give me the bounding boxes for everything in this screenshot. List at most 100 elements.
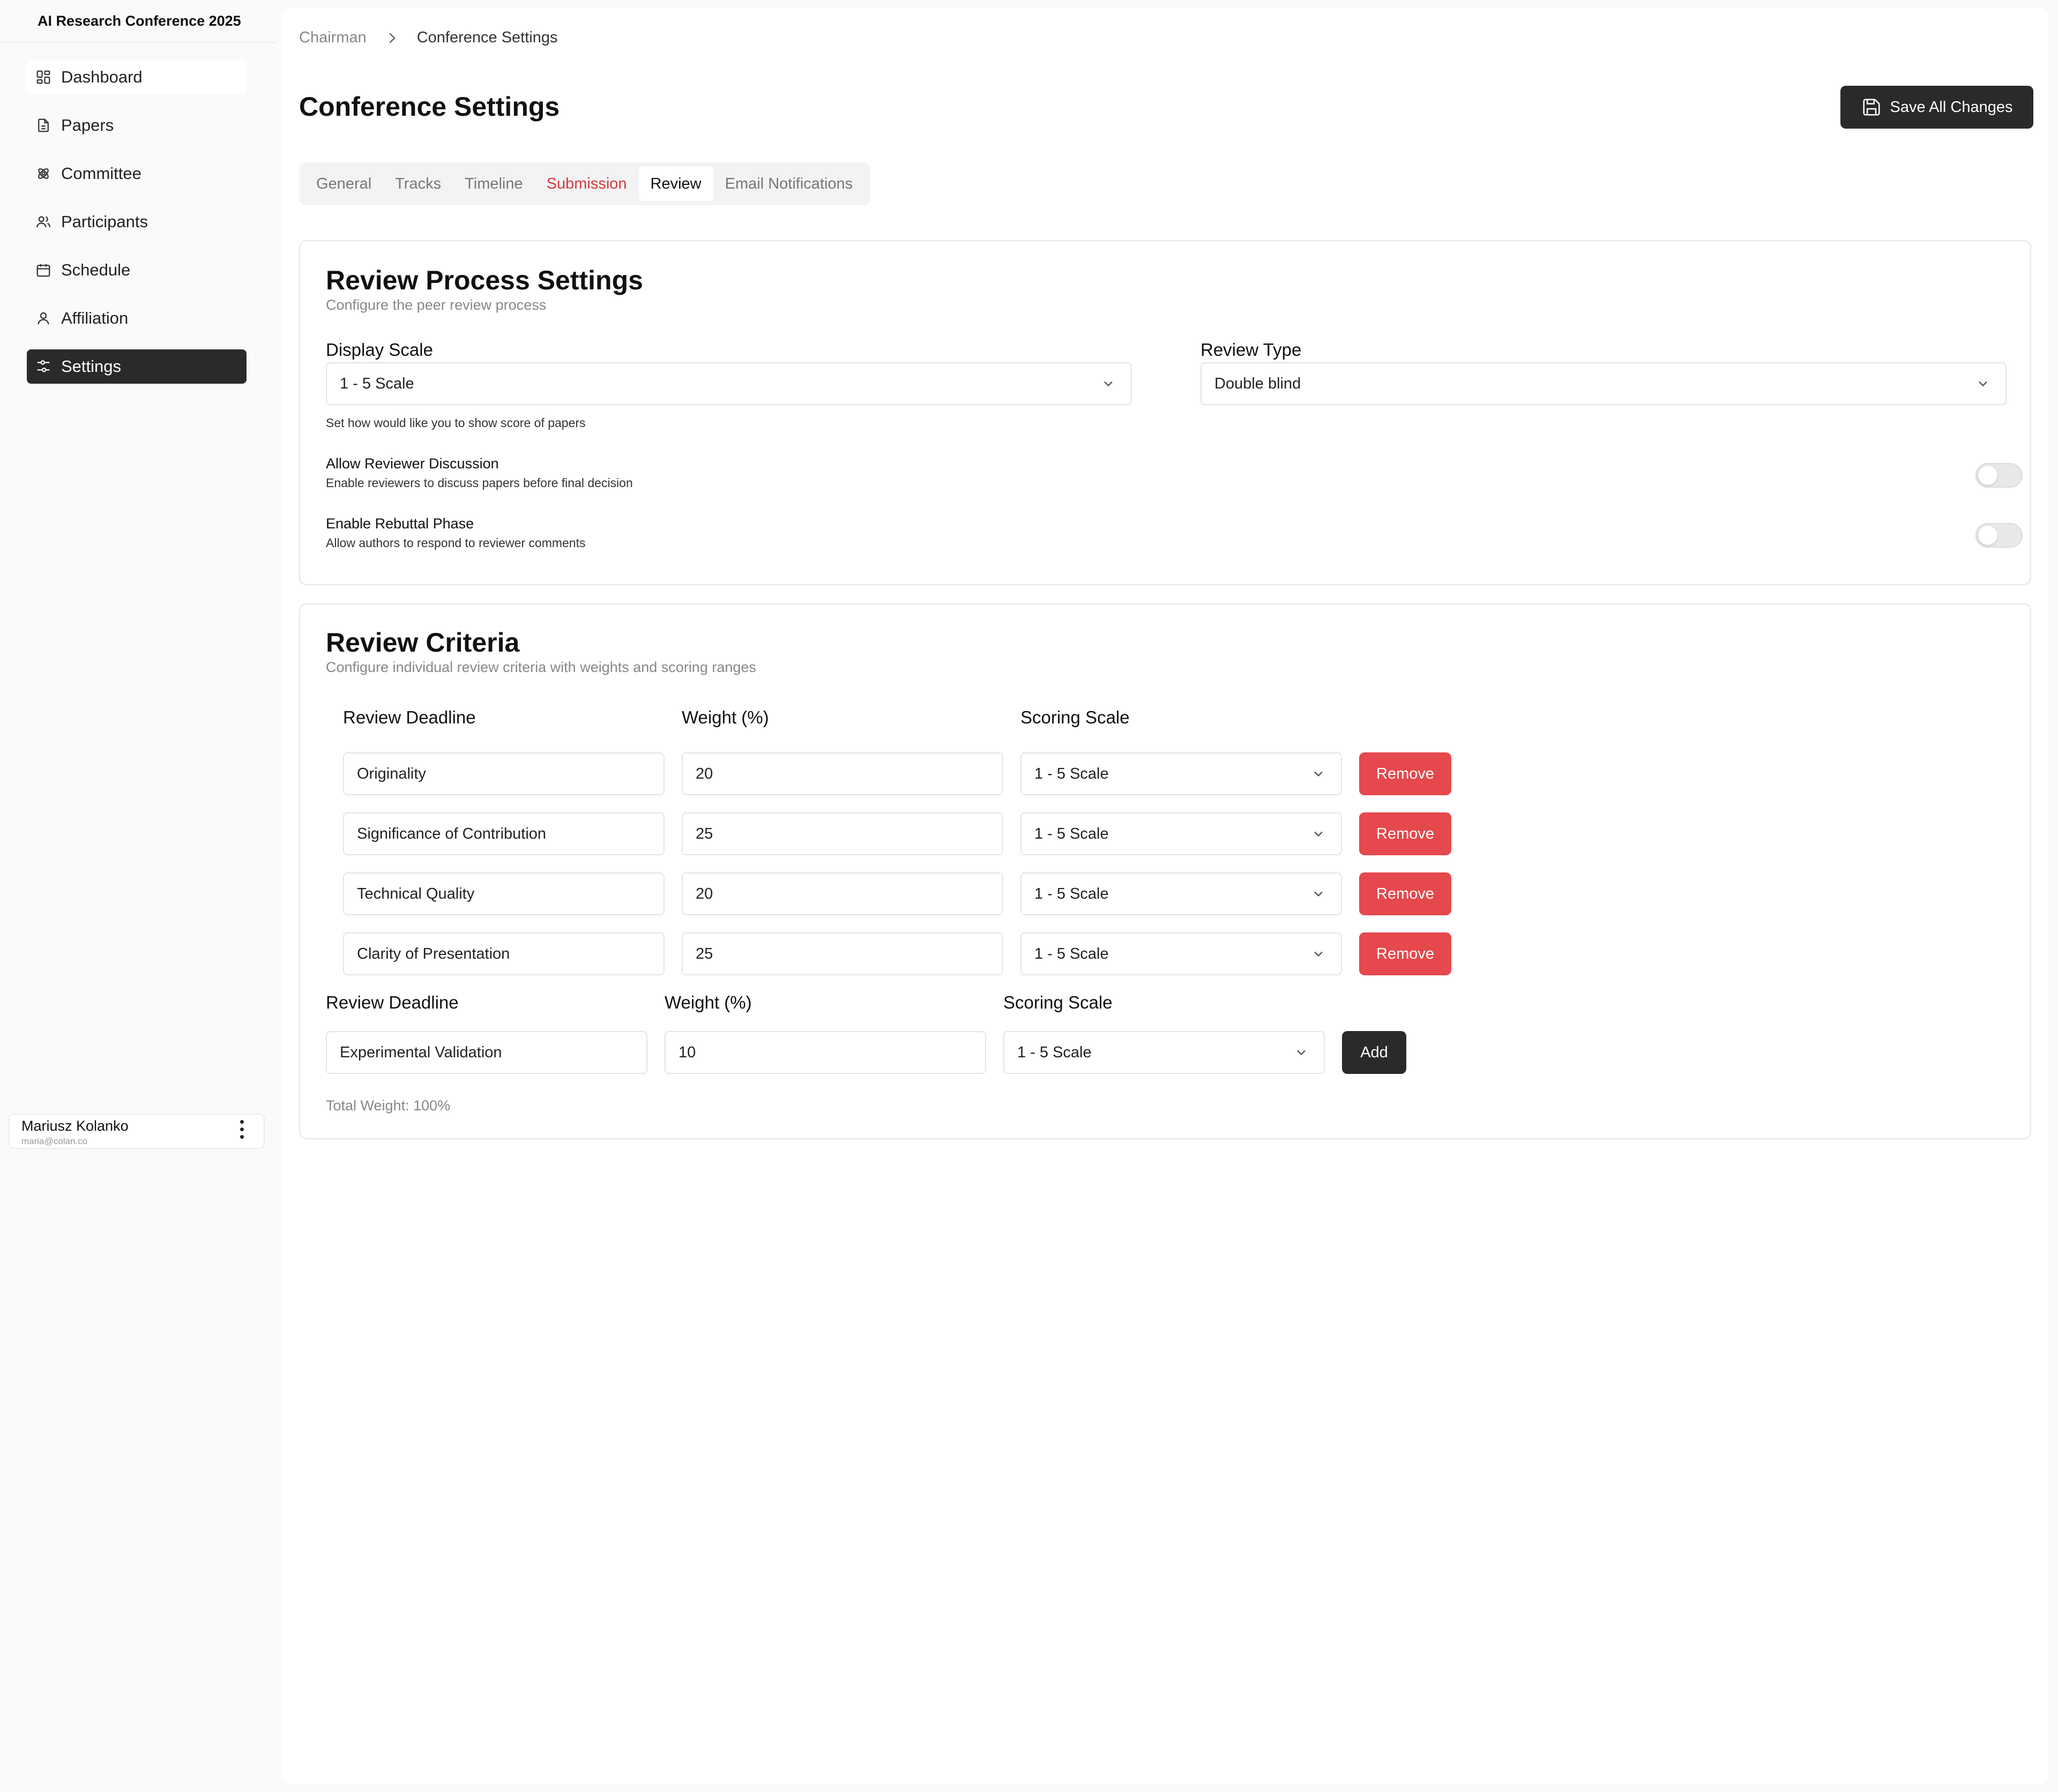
remove-criterion-button[interactable]: Remove (1359, 752, 1451, 795)
tab-email-notifications[interactable]: Email Notifications (713, 167, 865, 201)
remove-criterion-button[interactable]: Remove (1359, 932, 1451, 975)
criterion-scale-select[interactable]: 1 - 5 Scale (1020, 932, 1342, 975)
sidebar-item-label: Papers (61, 116, 114, 135)
column-header-scale: Scoring Scale (1020, 707, 1130, 727)
tab-tracks[interactable]: Tracks (383, 167, 453, 201)
page-title: Conference Settings (299, 92, 560, 122)
sidebar: AI Research Conference 2025 Dashboard Pa… (0, 0, 279, 1792)
sidebar-item-label: Settings (61, 357, 122, 376)
criterion-name-input[interactable]: Originality (343, 752, 665, 795)
card-subtitle: Configure individual review criteria wit… (326, 659, 756, 675)
settings-tabs: General Tracks Timeline Submission Revie… (299, 162, 870, 205)
more-vertical-icon[interactable] (240, 1120, 244, 1144)
committee-icon (38, 168, 49, 179)
criterion-scale-value: 1 - 5 Scale (1034, 765, 1109, 782)
sidebar-item-participants[interactable]: Participants (27, 205, 247, 239)
review-type-label: Review Type (1200, 340, 1302, 360)
card-title: Review Criteria (326, 628, 520, 658)
sidebar-item-settings[interactable]: Settings (27, 349, 247, 384)
tab-review[interactable]: Review (638, 167, 713, 201)
new-criterion-header-scale: Scoring Scale (1003, 992, 1113, 1012)
criterion-weight-input[interactable]: 25 (682, 812, 1003, 855)
breadcrumb-parent[interactable]: Chairman (299, 29, 367, 47)
review-criteria-card: Review Criteria Configure individual rev… (299, 603, 2031, 1139)
review-type-select[interactable]: Double blind (1200, 362, 2007, 405)
rebuttal-phase-title: Enable Rebuttal Phase (326, 516, 474, 532)
sidebar-item-affiliation[interactable]: Affiliation (27, 301, 247, 335)
criterion-name-input[interactable]: Clarity of Presentation (343, 932, 665, 975)
sidebar-item-label: Schedule (61, 260, 131, 279)
users-icon (36, 216, 50, 228)
chevron-right-icon (389, 32, 396, 43)
criterion-scale-select[interactable]: 1 - 5 Scale (1020, 812, 1342, 855)
remove-criterion-button[interactable]: Remove (1359, 812, 1451, 855)
chevron-down-icon (1314, 951, 1323, 957)
review-process-card: Review Process Settings Configure the pe… (299, 240, 2031, 585)
remove-criterion-button[interactable]: Remove (1359, 872, 1451, 915)
new-criterion-scale-value: 1 - 5 Scale (1017, 1043, 1092, 1061)
criterion-name-input[interactable]: Technical Quality (343, 872, 665, 915)
review-type-value: Double blind (1214, 375, 1301, 392)
display-scale-label: Display Scale (326, 340, 433, 360)
criterion-weight-input[interactable]: 20 (682, 752, 1003, 795)
breadcrumb: Chairman Conference Settings (299, 29, 558, 47)
criterion-scale-select[interactable]: 1 - 5 Scale (1020, 872, 1342, 915)
criterion-scale-value: 1 - 5 Scale (1034, 825, 1109, 842)
new-criterion-weight-input[interactable]: 10 (665, 1031, 986, 1074)
criterion-weight-input[interactable]: 20 (682, 872, 1003, 915)
reviewer-discussion-toggle[interactable] (1975, 463, 2023, 488)
chevron-down-icon (1979, 381, 1987, 387)
sidebar-item-label: Affiliation (61, 309, 129, 327)
column-header-name: Review Deadline (343, 707, 476, 727)
card-title: Review Process Settings (326, 265, 643, 295)
tab-general[interactable]: General (304, 167, 383, 201)
chevron-down-icon (1314, 771, 1323, 777)
sidebar-item-label: Committee (61, 164, 141, 183)
tab-submission[interactable]: Submission (535, 167, 639, 201)
rebuttal-phase-desc: Allow authors to respond to reviewer com… (326, 536, 586, 550)
calendar-icon (36, 264, 50, 277)
reviewer-discussion-desc: Enable reviewers to discuss papers befor… (326, 476, 633, 490)
new-criterion-header-name: Review Deadline (326, 992, 459, 1012)
criterion-scale-value: 1 - 5 Scale (1034, 885, 1109, 902)
sliders-icon (37, 360, 50, 372)
chevron-down-icon (1297, 1050, 1306, 1056)
user-profile-card[interactable]: Mariusz Kolanko maria@colan.co (9, 1114, 265, 1149)
sidebar-item-label: Participants (61, 212, 148, 231)
user-icon (38, 312, 49, 325)
total-weight: Total Weight: 100% (326, 1097, 451, 1114)
user-name: Mariusz Kolanko (21, 1118, 129, 1134)
save-button-label: Save All Changes (1890, 98, 2013, 116)
new-criterion-name-input[interactable]: Experimental Validation (326, 1031, 647, 1074)
sidebar-item-dashboard[interactable]: Dashboard (27, 60, 247, 94)
card-subtitle: Configure the peer review process (326, 297, 547, 313)
sidebar-divider (0, 42, 276, 43)
display-scale-value: 1 - 5 Scale (340, 375, 414, 392)
reviewer-discussion-title: Allow Reviewer Discussion (326, 456, 499, 472)
criterion-scale-value: 1 - 5 Scale (1034, 945, 1109, 962)
display-scale-select[interactable]: 1 - 5 Scale (326, 362, 1132, 405)
sidebar-item-papers[interactable]: Papers (27, 108, 247, 143)
sidebar-item-schedule[interactable]: Schedule (27, 253, 247, 287)
sidebar-item-committee[interactable]: Committee (27, 156, 247, 191)
chevron-down-icon (1314, 831, 1323, 837)
add-criterion-button[interactable]: Add (1342, 1031, 1406, 1074)
rebuttal-phase-toggle[interactable] (1975, 523, 2023, 548)
main-content: Chairman Conference Settings Conference … (282, 8, 2048, 1784)
save-icon (1863, 99, 1880, 116)
display-scale-hint: Set how would like you to show score of … (326, 416, 586, 430)
new-criterion-scale-select[interactable]: 1 - 5 Scale (1003, 1031, 1325, 1074)
criterion-scale-select[interactable]: 1 - 5 Scale (1020, 752, 1342, 795)
file-icon (38, 118, 49, 132)
column-header-weight: Weight (%) (682, 707, 769, 727)
tab-timeline[interactable]: Timeline (453, 167, 535, 201)
save-all-changes-button[interactable]: Save All Changes (1840, 86, 2033, 129)
dashboard-icon (36, 70, 50, 84)
app-title: AI Research Conference 2025 (38, 13, 241, 29)
chevron-down-icon (1314, 891, 1323, 897)
new-criterion-header-weight: Weight (%) (665, 992, 752, 1012)
criterion-weight-input[interactable]: 25 (682, 932, 1003, 975)
user-email: maria@colan.co (21, 1136, 88, 1146)
criterion-name-input[interactable]: Significance of Contribution (343, 812, 665, 855)
sidebar-item-label: Dashboard (61, 68, 143, 86)
